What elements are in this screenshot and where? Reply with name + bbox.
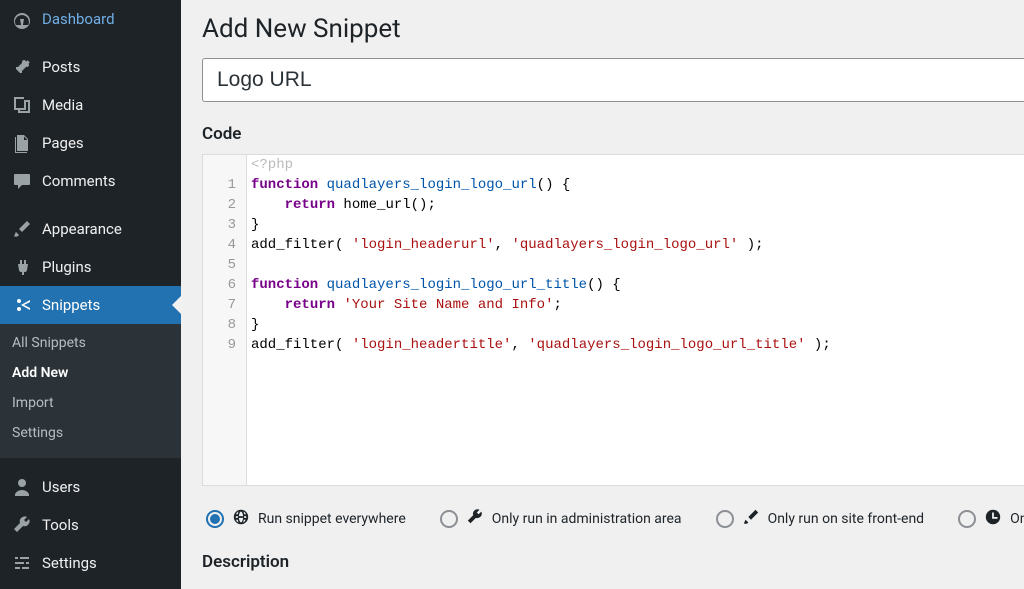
sidebar-item-label: Settings [42, 554, 97, 572]
scope-option-only-run-in-administration-area[interactable]: Only run in administration area [440, 508, 682, 530]
sidebar-item-label: Plugins [42, 258, 91, 276]
code-section-label: Code [202, 124, 1024, 144]
line-number: 1 [203, 175, 247, 195]
sidebar-item-plugins[interactable]: Plugins [0, 248, 181, 286]
sidebar-item-label: Comments [42, 172, 116, 190]
sidebar-item-snippets[interactable]: Snippets [0, 286, 181, 324]
radio-input[interactable] [716, 510, 734, 528]
sidebar-item-pages[interactable]: Pages [0, 124, 181, 162]
scope-label: Run snippet everywhere [258, 511, 406, 527]
sidebar-item-settings[interactable]: Settings [0, 544, 181, 582]
sidebar-item-label: Media [42, 96, 83, 114]
sidebar-item-label: Users [42, 478, 80, 496]
code-line[interactable]: 7 return 'Your Site Name and Info'; [203, 295, 1024, 315]
scope-label: Only [1010, 511, 1024, 527]
sliders-icon [12, 553, 32, 573]
pages-icon [12, 133, 32, 153]
line-number: 3 [203, 215, 247, 235]
radio-input[interactable] [206, 510, 224, 528]
admin-sidebar: Dashboard Posts Media Pages Comments Appearan… [0, 0, 181, 589]
code-line[interactable]: 2 return home_url(); [203, 195, 1024, 215]
user-icon [12, 477, 32, 497]
sidebar-item-label: Appearance [42, 220, 122, 238]
sidebar-item-comments[interactable]: Comments [0, 162, 181, 200]
line-number: 8 [203, 315, 247, 335]
brush-icon [742, 508, 760, 530]
scope-label: Only run on site front-end [768, 511, 925, 527]
scope-label: Only run in administration area [492, 511, 682, 527]
code-editor[interactable]: <?php1function quadlayers_login_logo_url… [202, 154, 1024, 486]
php-open-tag: <?php [247, 155, 297, 175]
line-number: 9 [203, 335, 247, 355]
pin-icon [12, 57, 32, 77]
sidebar-item-posts[interactable]: Posts [0, 48, 181, 86]
sidebar-item-label: Posts [42, 58, 80, 76]
scope-option-run-snippet-everywhere[interactable]: Run snippet everywhere [206, 508, 406, 530]
sidebar-item-tools[interactable]: Tools [0, 506, 181, 544]
sidebar-item-label: Pages [42, 134, 84, 152]
main-content: Add New Snippet Code <?php1function quad… [181, 0, 1024, 589]
sidebar-item-label: Dashboard [42, 10, 115, 28]
sidebar-item-label: Snippets [42, 296, 100, 314]
media-icon [12, 95, 32, 115]
wrench-icon [12, 515, 32, 535]
line-number: 2 [203, 195, 247, 215]
snippet-title-input[interactable] [202, 58, 1024, 102]
clock-icon [984, 508, 1002, 530]
scope-option-only-run-on-site-front-end[interactable]: Only run on site front-end [716, 508, 925, 530]
sidebar-submenu: All SnippetsAdd NewImportSettings [0, 324, 181, 458]
run-scope-group: Run snippet everywhere Only run in admini… [202, 486, 1024, 530]
code-line[interactable]: 9add_filter( 'login_headertitle', 'quadl… [203, 335, 1024, 355]
submenu-item-all-snippets[interactable]: All Snippets [0, 328, 181, 358]
scissors-icon [12, 295, 32, 315]
line-number: 6 [203, 275, 247, 295]
code-line[interactable]: 3} [203, 215, 1024, 235]
comment-icon [12, 171, 32, 191]
description-section-label: Description [202, 552, 1024, 572]
line-number: 7 [203, 295, 247, 315]
plug-icon [12, 257, 32, 277]
sidebar-item-appearance[interactable]: Appearance [0, 210, 181, 248]
globe-icon [232, 508, 250, 530]
sidebar-item-media[interactable]: Media [0, 86, 181, 124]
code-line[interactable]: 1function quadlayers_login_logo_url() { [203, 175, 1024, 195]
submenu-item-settings[interactable]: Settings [0, 418, 181, 448]
line-number: 5 [203, 255, 247, 275]
sidebar-item-label: Tools [42, 516, 79, 534]
sidebar-item-users[interactable]: Users [0, 468, 181, 506]
code-line[interactable]: 8} [203, 315, 1024, 335]
brush-icon [12, 219, 32, 239]
scope-option-only[interactable]: Only [958, 508, 1024, 530]
radio-input[interactable] [958, 510, 976, 528]
submenu-item-add-new[interactable]: Add New [0, 358, 181, 388]
submenu-item-import[interactable]: Import [0, 388, 181, 418]
page-title: Add New Snippet [202, 14, 1024, 44]
sidebar-item-dashboard[interactable]: Dashboard [0, 0, 181, 38]
radio-input[interactable] [440, 510, 458, 528]
line-number: 4 [203, 235, 247, 255]
wrench-icon [466, 508, 484, 530]
code-line[interactable]: 5 [203, 255, 1024, 275]
code-line[interactable]: 6function quadlayers_login_logo_url_titl… [203, 275, 1024, 295]
code-line[interactable]: 4add_filter( 'login_headerurl', 'quadlay… [203, 235, 1024, 255]
dashboard-icon [12, 9, 32, 29]
